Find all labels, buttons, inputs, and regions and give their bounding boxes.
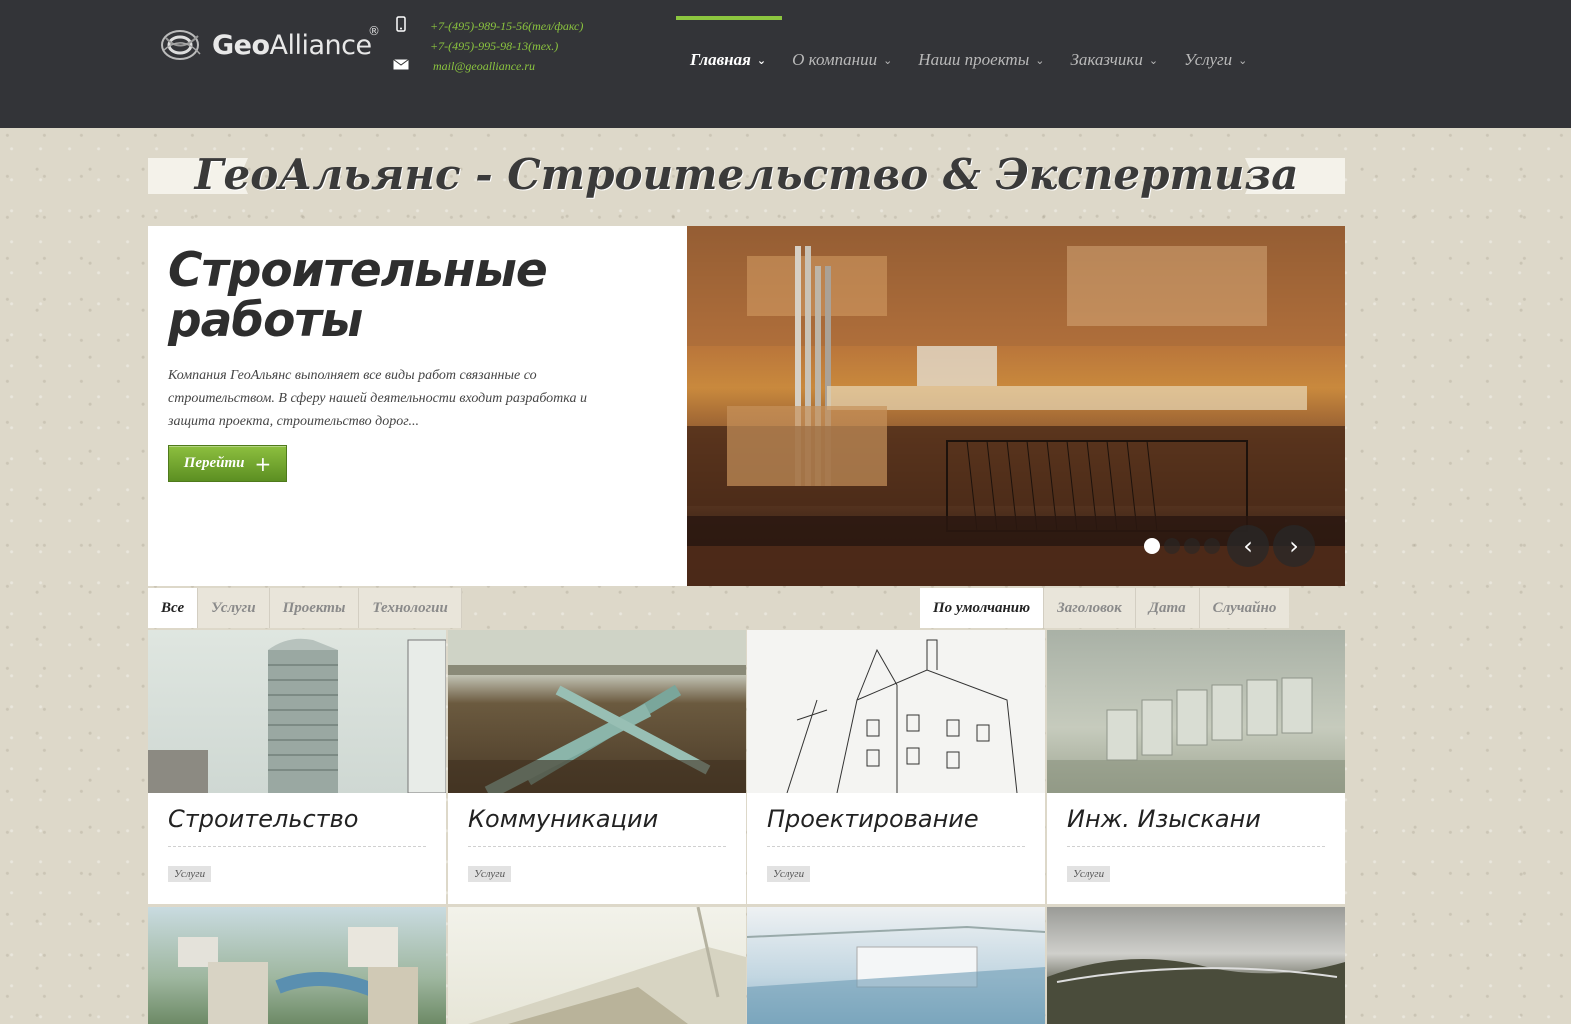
slider-pagination — [1144, 538, 1224, 554]
portfolio-card-5[interactable] — [148, 907, 446, 1024]
slide-dot-4[interactable] — [1204, 538, 1220, 554]
logo-text: GeoAlliance — [212, 29, 372, 61]
card-divider — [767, 846, 1025, 847]
slide-caption-panel: Строительные работы Компания ГеоАльянс в… — [148, 226, 687, 586]
phone-fax[interactable]: +7-(495)-989-15-56(тел/факс) — [430, 19, 583, 34]
card-divider — [468, 846, 726, 847]
phone-row-2: +7-(495)-995-98-13(тех.) — [392, 36, 583, 56]
card-image[interactable] — [148, 907, 446, 1024]
filter-projects[interactable]: Проекты — [269, 588, 360, 628]
card-divider — [1067, 846, 1325, 847]
main-nav: Главная ⌄ О компании ⌄ Наши проекты ⌄ Заказ… — [676, 16, 1259, 86]
card-image[interactable] — [1047, 907, 1345, 1024]
phone-tech[interactable]: +7-(495)-995-98-13(тех.) — [430, 39, 558, 54]
card-tag[interactable]: Услуги — [767, 866, 811, 882]
phone-row-1: +7-(495)-989-15-56(тел/факс) — [392, 16, 583, 36]
sort-random[interactable]: Случайно — [1199, 588, 1290, 628]
slider-next-button[interactable]: › — [1273, 525, 1315, 567]
site-title: ГеоАльянс - Строительство & Экспертиза — [194, 150, 1299, 199]
card-title[interactable]: Строительство — [168, 805, 359, 833]
chevron-down-icon: ⌄ — [756, 54, 767, 67]
filter-services[interactable]: Услуги — [198, 588, 270, 628]
plus-icon: + — [254, 451, 272, 476]
card-tag[interactable]: Услуги — [168, 866, 212, 882]
chevron-left-icon: ‹ — [1243, 532, 1253, 560]
email-link[interactable]: mail@geoalliance.ru — [433, 59, 535, 74]
chevron-right-icon: › — [1289, 532, 1299, 560]
logo[interactable]: GeoAlliance — [160, 24, 372, 66]
sort-title[interactable]: Заголовок — [1044, 588, 1136, 628]
nav-item-projects[interactable]: Наши проекты ⌄ — [904, 16, 1056, 86]
card-title[interactable]: Проектирование — [767, 805, 979, 833]
slide-description: Компания ГеоАльянс выполняет все виды ра… — [168, 368, 587, 429]
card-tag[interactable]: Услуги — [468, 866, 512, 882]
slide-heading: Строительные работы — [168, 243, 548, 348]
chevron-down-icon: ⌄ — [1238, 54, 1248, 67]
sort-filter: По умолчанию Заголовок Дата Случайно — [920, 588, 1290, 628]
slide-dot-2[interactable] — [1164, 538, 1180, 554]
nav-item-about[interactable]: О компании ⌄ — [778, 16, 904, 86]
contacts: +7-(495)-989-15-56(тел/факс) +7-(495)-99… — [392, 16, 583, 76]
nav-item-clients[interactable]: Заказчики ⌄ — [1056, 16, 1170, 86]
sort-default[interactable]: По умолчанию — [920, 588, 1045, 628]
logo-mark-icon — [160, 24, 206, 66]
filter-all[interactable]: Все — [148, 588, 199, 628]
card-image[interactable] — [448, 907, 746, 1024]
slider-prev-button[interactable]: ‹ — [1227, 525, 1269, 567]
card-title[interactable]: Коммуникации — [468, 805, 658, 833]
portfolio-card-7[interactable] — [747, 907, 1045, 1024]
portfolio-card-8[interactable] — [1047, 907, 1345, 1024]
card-title[interactable]: Инж. Изыскани — [1067, 805, 1261, 833]
filter-technologies[interactable]: Технологии — [359, 588, 462, 628]
card-image[interactable] — [1047, 630, 1345, 793]
slide-go-button[interactable]: Перейти + — [168, 445, 287, 482]
card-divider — [168, 846, 426, 847]
chevron-down-icon: ⌄ — [1148, 54, 1159, 67]
nav-item-services[interactable]: Услуги ⌄ — [1170, 16, 1259, 86]
portfolio-card-6[interactable] — [448, 907, 746, 1024]
portfolio-card-construction[interactable]: Строительство Услуги — [148, 630, 446, 904]
card-image[interactable] — [448, 630, 746, 793]
category-filter: Все Услуги Проекты Технологии — [148, 588, 462, 628]
nav-item-home[interactable]: Главная ⌄ — [676, 16, 778, 86]
portfolio-card-design[interactable]: Проектирование Услуги — [747, 630, 1045, 904]
slide-dot-3[interactable] — [1184, 538, 1200, 554]
site-header: GeoAlliance ® +7-(495)-989-15-56(тел/фак… — [0, 0, 1571, 128]
registered-mark: ® — [368, 24, 380, 38]
portfolio-card-communications[interactable]: Коммуникации Услуги — [448, 630, 746, 904]
mail-row: mail@geoalliance.ru — [392, 56, 583, 76]
phone-icon — [392, 16, 410, 36]
card-image[interactable] — [148, 630, 446, 793]
card-image[interactable] — [747, 907, 1045, 1024]
card-image[interactable] — [747, 630, 1045, 793]
chevron-down-icon: ⌄ — [1035, 54, 1045, 67]
mail-icon — [392, 58, 410, 74]
slide-dot-1[interactable] — [1144, 538, 1160, 554]
sort-date[interactable]: Дата — [1135, 588, 1200, 628]
portfolio-card-surveys[interactable]: Инж. Изыскани Услуги — [1047, 630, 1345, 904]
card-tag[interactable]: Услуги — [1067, 866, 1111, 882]
chevron-down-icon: ⌄ — [883, 54, 893, 67]
